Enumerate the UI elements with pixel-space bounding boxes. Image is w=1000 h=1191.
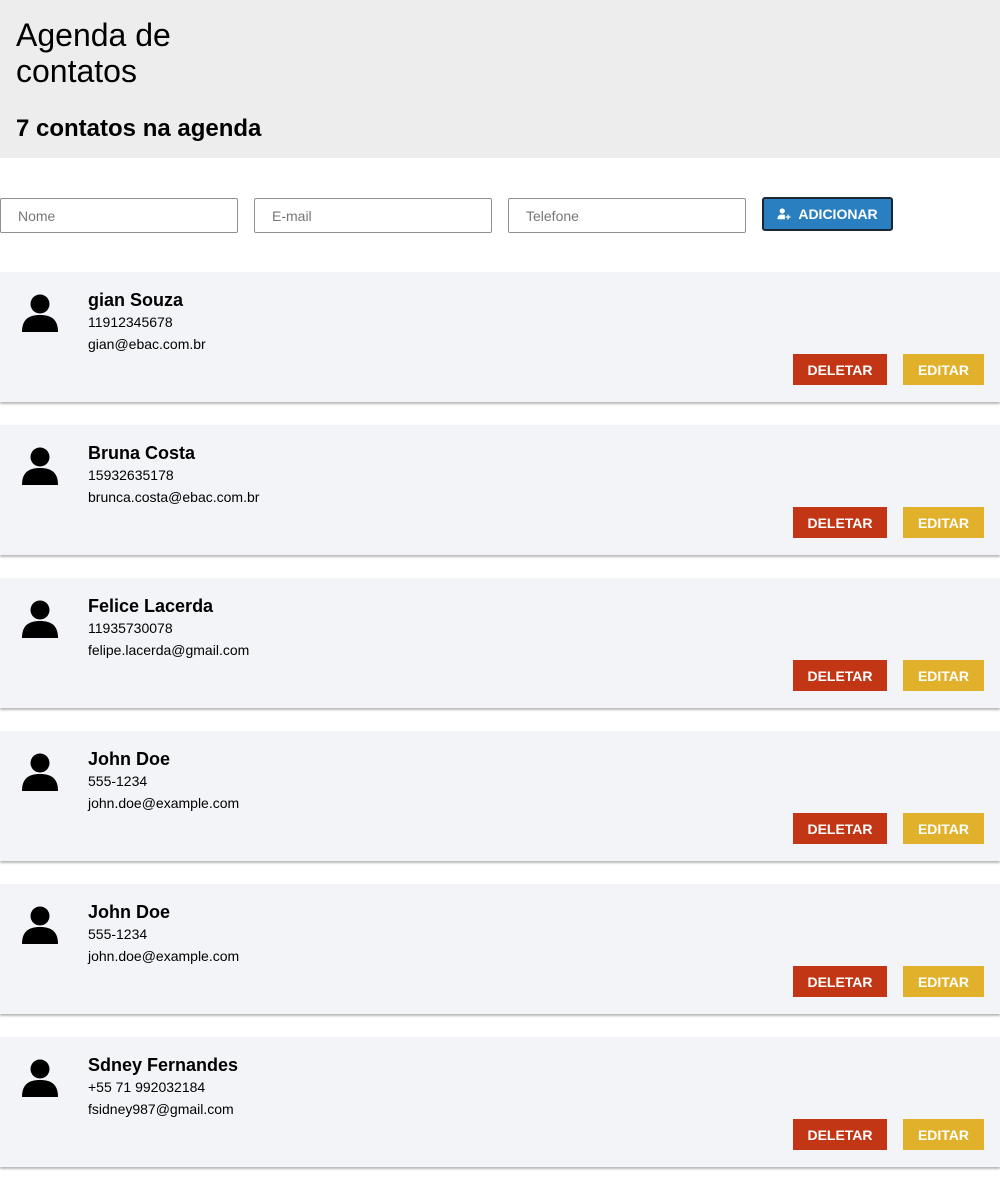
contact-list: gian Souza 11912345678 gian@ebac.com.br …	[0, 272, 1000, 1167]
contact-name: Felice Lacerda	[88, 596, 214, 616]
contact-email: felipe.lacerda@gmail.com	[88, 642, 250, 658]
edit-button[interactable]: EDITAR	[903, 1119, 984, 1150]
contact-card: John Doe 555-1234 john.doe@example.com D…	[0, 731, 1000, 861]
delete-button[interactable]: DELETAR	[793, 354, 887, 385]
contact-name: John Doe	[88, 749, 171, 769]
delete-button[interactable]: DELETAR	[793, 813, 887, 844]
contact-name: John Doe	[88, 902, 171, 922]
contact-info: Bruna Costa 15932635178 brunca.costa@eba…	[88, 442, 259, 508]
edit-button[interactable]: EDITAR	[903, 966, 984, 997]
email-input[interactable]	[254, 198, 492, 233]
add-contact-form: ADICIONAR	[0, 158, 1000, 272]
contact-actions: DELETAR EDITAR	[793, 813, 984, 844]
delete-button[interactable]: DELETAR	[793, 1119, 887, 1150]
delete-button[interactable]: DELETAR	[793, 660, 887, 691]
user-icon	[22, 600, 58, 638]
phone-input[interactable]	[508, 198, 746, 233]
edit-button[interactable]: EDITAR	[903, 507, 984, 538]
edit-button[interactable]: EDITAR	[903, 813, 984, 844]
delete-button[interactable]: DELETAR	[793, 507, 887, 538]
name-input[interactable]	[0, 198, 238, 233]
user-icon	[22, 753, 58, 791]
add-button[interactable]: ADICIONAR	[762, 197, 893, 231]
add-user-icon	[777, 207, 791, 221]
contact-email: gian@ebac.com.br	[88, 336, 206, 352]
contact-count: 7 contatos na agenda	[16, 115, 262, 142]
contact-info: Felice Lacerda 11935730078 felipe.lacerd…	[88, 595, 249, 661]
contact-phone: 15932635178	[88, 467, 174, 483]
contact-card: Sdney Fernandes +55 71 992032184 fsidney…	[0, 1037, 1000, 1167]
contact-phone: 11935730078	[88, 620, 173, 636]
contact-card: Bruna Costa 15932635178 brunca.costa@eba…	[0, 425, 1000, 555]
add-button-label: ADICIONAR	[798, 206, 878, 222]
user-icon	[22, 294, 58, 332]
page-title: Agenda de contatos	[16, 17, 171, 89]
edit-button[interactable]: EDITAR	[903, 354, 984, 385]
contact-info: John Doe 555-1234 john.doe@example.com	[88, 748, 239, 814]
contact-actions: DELETAR EDITAR	[793, 660, 984, 691]
user-icon	[22, 447, 58, 485]
contact-phone: 11912345678	[88, 314, 173, 330]
contact-card: Felice Lacerda 11935730078 felipe.lacerd…	[0, 578, 1000, 708]
contact-name: gian Souza	[88, 290, 184, 310]
page-header: Agenda de contatos 7 contatos na agenda	[0, 0, 1000, 158]
contact-phone: 555-1234	[88, 773, 148, 789]
contact-actions: DELETAR EDITAR	[793, 1119, 984, 1150]
user-icon	[22, 906, 58, 944]
contact-email: john.doe@example.com	[88, 948, 240, 964]
contact-info: Sdney Fernandes +55 71 992032184 fsidney…	[88, 1054, 238, 1120]
contact-name: Bruna Costa	[88, 443, 196, 463]
contact-card: John Doe 555-1234 john.doe@example.com D…	[0, 884, 1000, 1014]
contact-actions: DELETAR EDITAR	[793, 507, 984, 538]
contact-info: John Doe 555-1234 john.doe@example.com	[88, 901, 239, 967]
contact-card: gian Souza 11912345678 gian@ebac.com.br …	[0, 272, 1000, 402]
contact-actions: DELETAR EDITAR	[793, 966, 984, 997]
contact-email: fsidney987@gmail.com	[88, 1101, 234, 1117]
contact-actions: DELETAR EDITAR	[793, 354, 984, 385]
contact-info: gian Souza 11912345678 gian@ebac.com.br	[88, 289, 206, 355]
contact-phone: +55 71 992032184	[88, 1079, 206, 1095]
contact-name: Sdney Fernandes	[88, 1055, 239, 1075]
contact-email: brunca.costa@ebac.com.br	[88, 489, 260, 505]
user-icon	[22, 1059, 58, 1097]
delete-button[interactable]: DELETAR	[793, 966, 887, 997]
edit-button[interactable]: EDITAR	[903, 660, 984, 691]
contact-email: john.doe@example.com	[88, 795, 240, 811]
contact-phone: 555-1234	[88, 926, 148, 942]
